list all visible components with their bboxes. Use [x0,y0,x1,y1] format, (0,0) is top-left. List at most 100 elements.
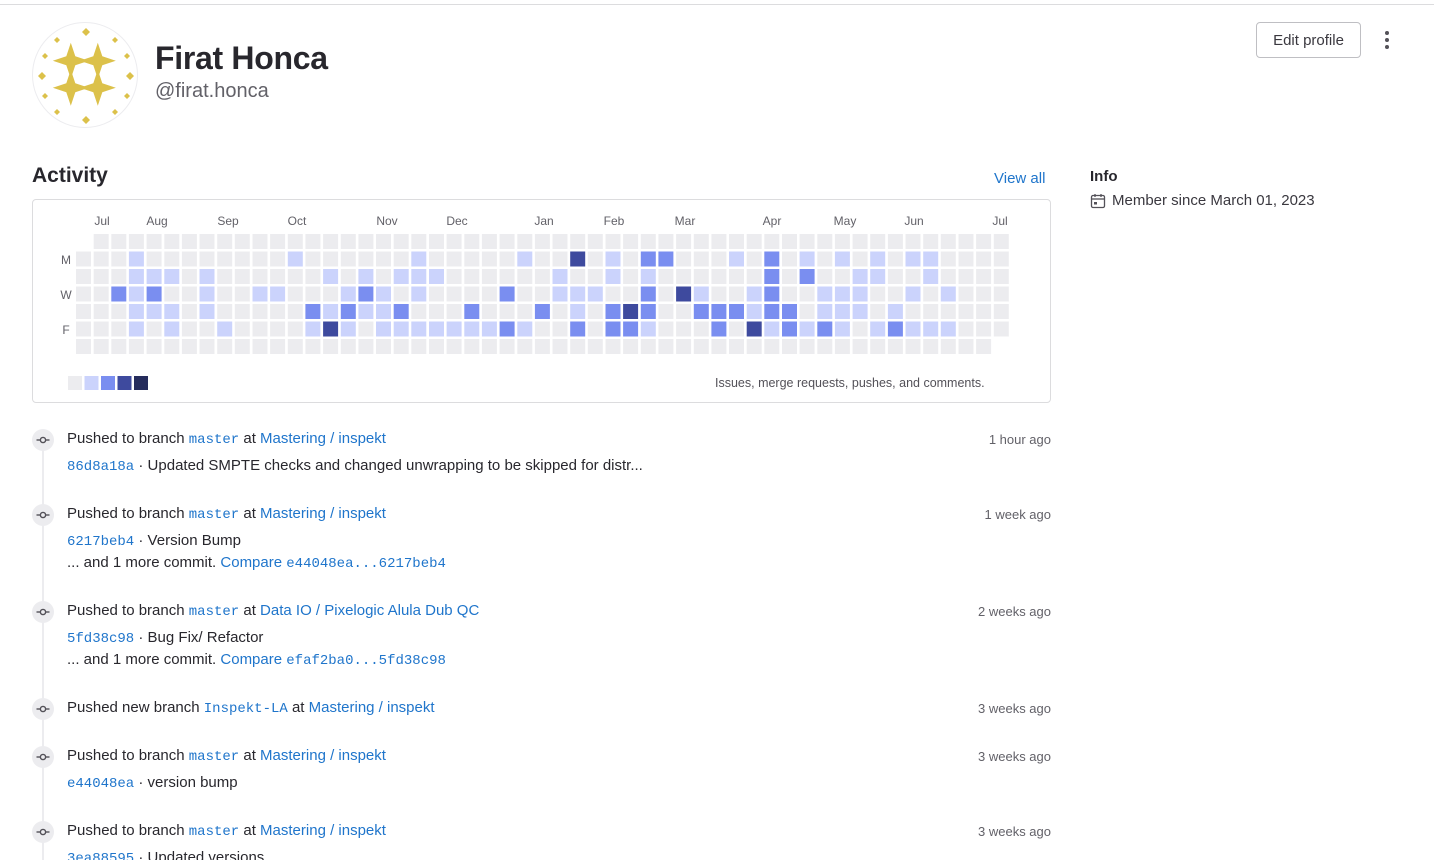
calendar-day-cell[interactable] [252,304,268,319]
calendar-day-cell[interactable] [693,234,709,249]
calendar-day-cell[interactable] [676,321,692,337]
calendar-day-cell[interactable] [481,339,497,354]
calendar-day-cell[interactable] [887,339,903,354]
calendar-day-cell[interactable] [93,304,109,319]
calendar-day-cell[interactable] [252,321,268,337]
calendar-day-cell[interactable] [234,269,250,284]
calendar-day-cell[interactable] [799,251,815,267]
calendar-day-cell[interactable] [429,234,444,249]
calendar-day-cell[interactable] [887,286,903,302]
calendar-day-cell[interactable] [870,286,886,302]
calendar-day-cell[interactable] [464,269,480,284]
calendar-day-cell[interactable] [234,234,250,249]
calendar-day-cell[interactable] [782,286,797,302]
calendar-day-cell[interactable] [676,269,692,284]
calendar-day-cell[interactable] [711,304,727,319]
calendar-day-cell[interactable] [993,234,1009,249]
calendar-day-cell[interactable] [323,269,339,284]
calendar-day-cell[interactable] [499,304,515,319]
project-link[interactable]: Mastering / inspekt [260,505,386,522]
calendar-day-cell[interactable] [429,339,444,354]
calendar-day-cell[interactable] [358,339,374,354]
calendar-day-cell[interactable] [676,339,692,354]
calendar-day-cell[interactable] [93,339,109,354]
calendar-day-cell[interactable] [570,339,586,354]
calendar-day-cell[interactable] [499,286,515,302]
calendar-day-cell[interactable] [499,269,515,284]
calendar-day-cell[interactable] [358,269,374,284]
calendar-day-cell[interactable] [552,269,568,284]
calendar-day-cell[interactable] [711,286,727,302]
calendar-day-cell[interactable] [746,321,762,337]
calendar-day-cell[interactable] [799,304,815,319]
calendar-day-cell[interactable] [181,321,197,337]
calendar-day-cell[interactable] [146,286,162,302]
calendar-day-cell[interactable] [358,321,374,337]
calendar-day-cell[interactable] [817,321,833,337]
compare-range-link[interactable]: efaf2ba0...5fd38c98 [286,653,446,669]
calendar-day-cell[interactable] [799,234,815,249]
calendar-day-cell[interactable] [958,321,974,337]
calendar-day-cell[interactable] [358,304,374,319]
calendar-day-cell[interactable] [234,251,250,267]
calendar-day-cell[interactable] [358,251,374,267]
calendar-day-cell[interactable] [905,269,921,284]
calendar-day-cell[interactable] [217,304,233,319]
calendar-day-cell[interactable] [870,304,886,319]
calendar-day-cell[interactable] [852,251,868,267]
calendar-day-cell[interactable] [252,269,268,284]
calendar-day-cell[interactable] [76,321,91,337]
calendar-day-cell[interactable] [287,286,303,302]
calendar-day-cell[interactable] [323,286,339,302]
calendar-day-cell[interactable] [234,304,250,319]
calendar-day-cell[interactable] [76,251,91,267]
calendar-day-cell[interactable] [817,304,833,319]
calendar-day-cell[interactable] [782,339,797,354]
calendar-day-cell[interactable] [534,269,550,284]
calendar-day-cell[interactable] [76,269,91,284]
branch-link[interactable]: master [189,507,239,523]
calendar-day-cell[interactable] [676,286,692,302]
calendar-day-cell[interactable] [623,339,639,354]
calendar-day-cell[interactable] [93,234,109,249]
calendar-day-cell[interactable] [658,269,674,284]
calendar-day-cell[interactable] [111,339,127,354]
calendar-day-cell[interactable] [552,304,568,319]
calendar-day-cell[interactable] [305,321,321,337]
calendar-day-cell[interactable] [393,269,409,284]
calendar-day-cell[interactable] [993,321,1009,337]
calendar-day-cell[interactable] [305,304,321,319]
project-link[interactable]: Mastering / inspekt [260,822,386,839]
calendar-day-cell[interactable] [199,251,215,267]
calendar-day-cell[interactable] [464,304,480,319]
calendar-day-cell[interactable] [729,286,744,302]
calendar-day-cell[interactable] [164,251,180,267]
calendar-day-cell[interactable] [834,339,850,354]
calendar-day-cell[interactable] [923,321,939,337]
calendar-day-cell[interactable] [640,251,656,267]
calendar-day-cell[interactable] [234,321,250,337]
calendar-day-cell[interactable] [217,269,233,284]
calendar-day-cell[interactable] [976,234,992,249]
calendar-day-cell[interactable] [429,269,444,284]
calendar-day-cell[interactable] [834,269,850,284]
calendar-day-cell[interactable] [746,304,762,319]
calendar-day-cell[interactable] [640,269,656,284]
calendar-day-cell[interactable] [658,251,674,267]
calendar-day-cell[interactable] [605,321,621,337]
calendar-day-cell[interactable] [393,251,409,267]
calendar-day-cell[interactable] [870,251,886,267]
calendar-day-cell[interactable] [640,321,656,337]
calendar-day-cell[interactable] [181,304,197,319]
calendar-day-cell[interactable] [764,269,780,284]
commit-sha-link[interactable]: e44048ea [67,776,134,792]
calendar-day-cell[interactable] [958,339,974,354]
calendar-day-cell[interactable] [534,304,550,319]
calendar-day-cell[interactable] [323,304,339,319]
calendar-day-cell[interactable] [852,321,868,337]
calendar-day-cell[interactable] [270,286,286,302]
calendar-day-cell[interactable] [376,251,391,267]
calendar-day-cell[interactable] [905,234,921,249]
calendar-day-cell[interactable] [270,339,286,354]
calendar-day-cell[interactable] [146,234,162,249]
